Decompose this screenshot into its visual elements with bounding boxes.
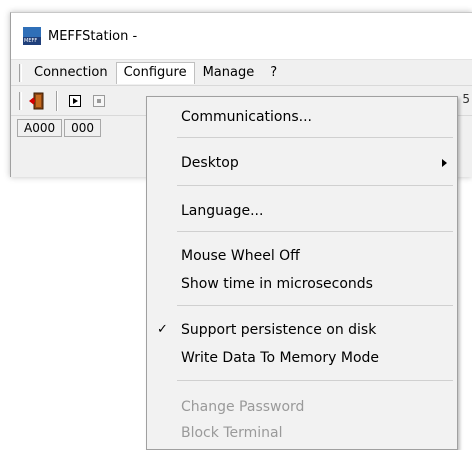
menu-help[interactable]: ? [262,62,285,84]
menu-separator [177,137,453,138]
status-cell-a000: A000 [17,119,63,137]
stop-icon [93,94,105,107]
menu-item-mouse-wheel-off[interactable]: Mouse Wheel Off [147,244,457,268]
toolbar-separator [56,90,58,111]
stop-button[interactable] [88,90,110,112]
menu-item-label: Write Data To Memory Mode [181,350,380,366]
menu-item-label: Support persistence on disk [181,322,377,338]
menu-item-language[interactable]: Language... [147,199,457,223]
menu-item-write-data-memory[interactable]: Write Data To Memory Mode [147,346,457,370]
checkmark-icon: ✓ [157,322,168,337]
menu-item-label: Mouse Wheel Off [181,248,300,264]
meff-app-icon: MEFF [23,27,41,45]
window-title: MEFFStation - [48,28,138,44]
menu-item-show-microseconds[interactable]: Show time in microseconds [147,272,457,296]
menu-item-change-password: Change Password [147,395,457,419]
menu-item-label: Desktop [181,155,239,171]
menu-separator [177,231,453,232]
menu-item-desktop[interactable]: Desktop [147,151,457,175]
menu-item-communications[interactable]: Communications... [147,105,457,129]
submenu-arrow-icon [442,159,447,167]
menu-item-label: Show time in microseconds [181,276,373,292]
menu-item-label: Change Password [181,399,305,415]
menu-bar: Connection Configure Manage ? [11,60,472,86]
menu-separator [177,185,453,186]
menu-item-label: Block Terminal [181,425,283,441]
menu-manage[interactable]: Manage [195,62,263,84]
start-button[interactable] [64,90,86,112]
configure-dropdown-menu: Communications... Desktop Language... Mo… [146,96,458,450]
menu-item-label: Communications... [181,109,312,125]
app-icon-text: MEFF [24,38,38,44]
exit-door-icon [29,92,44,109]
menu-configure[interactable]: Configure [115,61,195,84]
menu-item-label: Language... [181,203,264,219]
menu-item-support-persistence[interactable]: ✓ Support persistence on disk [147,318,457,342]
menu-separator [177,305,453,306]
status-cell-000: 000 [64,119,102,137]
menu-connection[interactable]: Connection [26,62,116,84]
menu-separator [177,380,453,381]
menubar-grip[interactable] [19,63,22,82]
play-icon [69,94,81,107]
menu-item-block-terminal: Block Terminal [147,421,457,445]
title-bar: MEFF MEFFStation - [11,13,472,60]
exit-door-button[interactable] [26,90,48,112]
toolbar-grip[interactable] [19,91,22,110]
toolbar-right-fragment: 5 [462,92,470,106]
